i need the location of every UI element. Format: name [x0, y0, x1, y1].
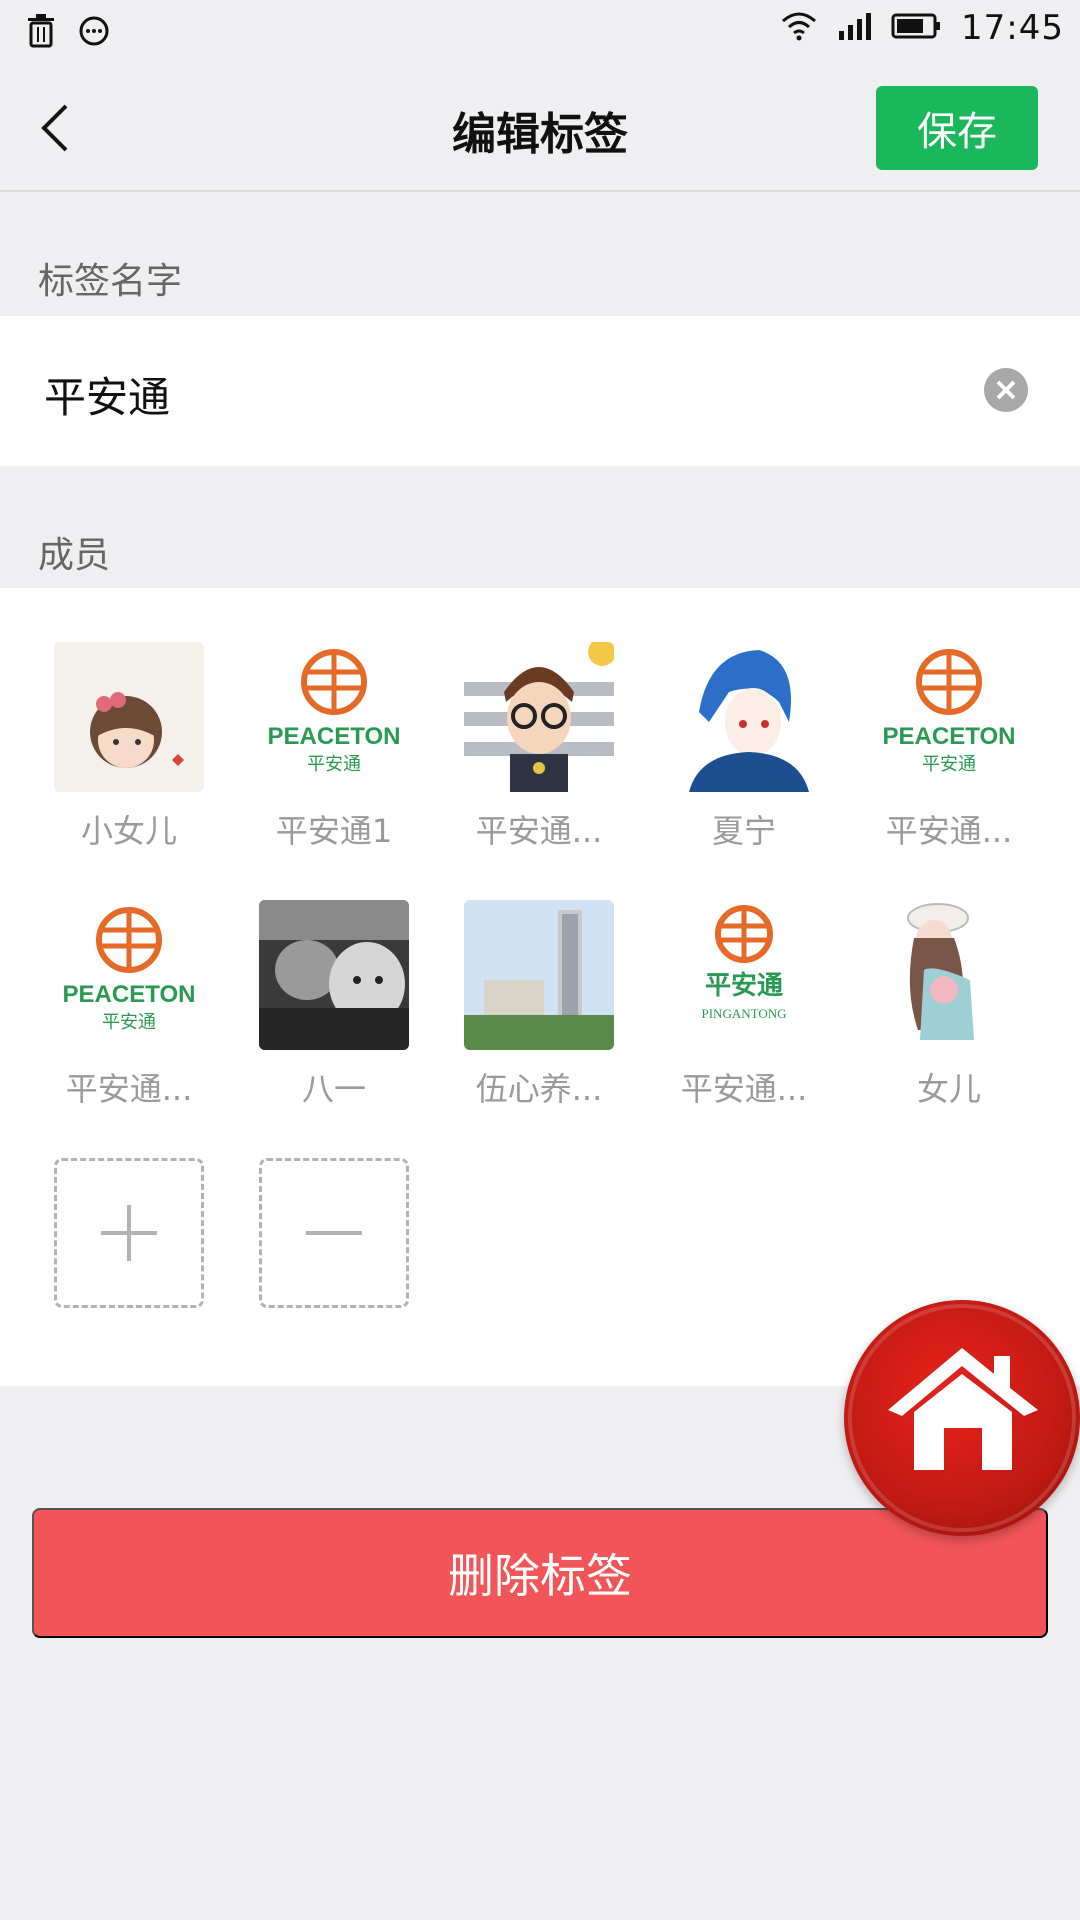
chat-icon — [78, 15, 110, 51]
svg-text:平安通: 平安通 — [102, 1012, 156, 1033]
member-name: 平安通... — [475, 812, 603, 850]
svg-text:平安通: 平安通 — [922, 754, 976, 775]
member-avatar: PEACETON 平安通 — [874, 642, 1024, 792]
member-avatar: PEACETON 平安通 — [54, 900, 204, 1050]
svg-text:PEACETON: PEACETON — [63, 981, 196, 1008]
member-avatar — [54, 642, 204, 792]
member-item[interactable]: 伍心养... — [437, 900, 641, 1110]
minus-icon — [259, 1158, 409, 1308]
nav-bar: 编辑标签 保存 — [0, 64, 1080, 192]
member-name: 女儿 — [916, 1070, 981, 1108]
member-item[interactable]: PEACETON 平安通 平安通... — [27, 900, 231, 1110]
plus-icon — [54, 1158, 204, 1308]
status-time: 17:45 — [961, 8, 1064, 48]
member-name: 平安通... — [65, 1070, 193, 1108]
svg-text:PEACETON: PEACETON — [268, 723, 401, 750]
home-icon[interactable] — [844, 1300, 1080, 1536]
tag-name-field[interactable]: 平安通 — [0, 316, 1080, 466]
member-item[interactable]: PEACETON 平安通 平安通... — [847, 642, 1051, 852]
svg-text:平安通: 平安通 — [307, 754, 361, 775]
svg-text:平安通: 平安通 — [705, 971, 783, 1001]
member-name: 小女儿 — [80, 812, 177, 850]
member-avatar: 平安通 PINGANTONG — [669, 900, 819, 1050]
tag-name-input[interactable]: 平安通 — [44, 364, 170, 425]
member-avatar — [669, 642, 819, 792]
add-member-button[interactable] — [27, 1158, 231, 1308]
save-button[interactable]: 保存 — [876, 86, 1038, 170]
member-item[interactable]: 八一 — [232, 900, 436, 1110]
members-panel: 小女儿 PEACETON 平安通 平安通1 平安通... 夏宁 PEACETON 平… — [0, 588, 1080, 1386]
member-name: 平安通1 — [275, 812, 393, 850]
member-item[interactable]: 平安通 PINGANTONG 平安通... — [642, 900, 846, 1110]
member-name: 八一 — [301, 1070, 366, 1108]
tag-name-section-label: 标签名字 — [38, 261, 183, 302]
clear-icon[interactable] — [984, 368, 1028, 412]
svg-text:PINGANTONG: PINGANTONG — [702, 1006, 787, 1021]
wifi-icon — [779, 11, 819, 45]
member-avatar — [259, 900, 409, 1050]
remove-member-button[interactable] — [232, 1158, 436, 1308]
member-item[interactable]: PEACETON 平安通 平安通1 — [232, 642, 436, 852]
member-avatar — [874, 900, 1024, 1050]
member-name: 平安通... — [885, 812, 1013, 850]
member-item[interactable]: 小女儿 — [27, 642, 231, 852]
battery-icon — [891, 11, 943, 45]
member-item[interactable]: 女儿 — [847, 900, 1051, 1110]
member-avatar: PEACETON 平安通 — [259, 642, 409, 792]
member-name: 伍心养... — [475, 1070, 603, 1108]
member-name: 平安通... — [680, 1070, 808, 1108]
svg-text:PEACETON: PEACETON — [883, 723, 1016, 750]
trash-icon — [26, 14, 56, 52]
member-name: 夏宁 — [711, 812, 776, 850]
member-avatar — [464, 900, 614, 1050]
member-item[interactable]: 平安通... — [437, 642, 641, 852]
member-avatar — [464, 642, 614, 792]
status-bar: 17:45 — [0, 0, 1080, 64]
member-item[interactable]: 夏宁 — [642, 642, 846, 852]
signal-icon — [837, 11, 873, 45]
members-section-label: 成员 — [38, 535, 111, 576]
